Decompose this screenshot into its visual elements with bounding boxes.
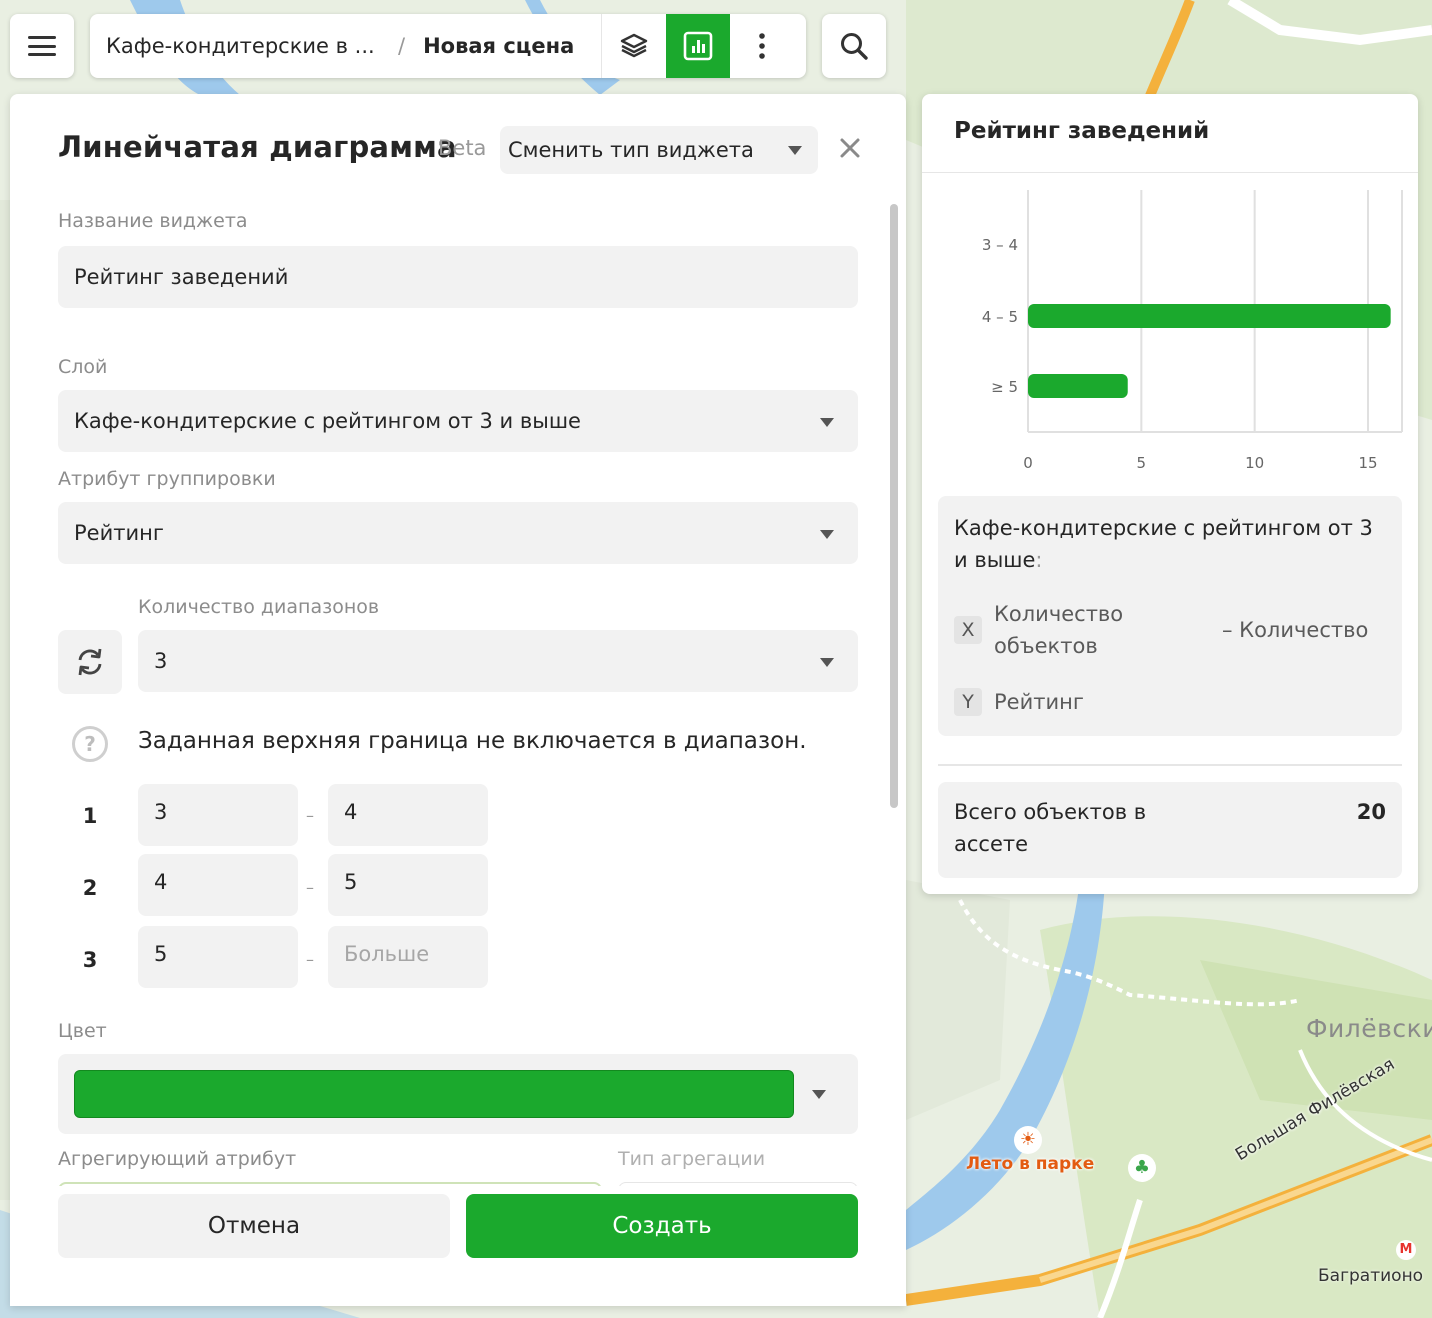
group-attr-select[interactable]: Рейтинг <box>58 502 858 564</box>
ranges-count-label: Количество диапазонов <box>138 596 380 618</box>
layer-value: Кафе-кондитерские с рейтингом от 3 и выш… <box>74 409 581 433</box>
total-objects: Всего объектов в ассете 20 <box>938 782 1402 878</box>
breadcrumb-asset[interactable]: Кафе-кондитерские в ... <box>90 34 390 58</box>
widget-name-input[interactable]: Рейтинг заведений <box>58 246 858 308</box>
help-icon[interactable]: ? <box>72 726 108 762</box>
y-axis-badge: Y <box>954 688 982 716</box>
chevron-down-icon <box>788 146 802 155</box>
cancel-button[interactable]: Отмена <box>58 1194 450 1258</box>
widget-editor-panel: Линейчатая диаграмма Beta Сменить тип ви… <box>10 94 906 1306</box>
widget-title: Рейтинг заведений <box>954 118 1210 144</box>
chart-x-tick-label: 15 <box>1358 454 1377 472</box>
color-label: Цвет <box>58 1020 107 1042</box>
group-attr-value: Рейтинг <box>74 521 164 545</box>
chart-y-tick-label: 4 – 5 <box>982 308 1018 326</box>
panel-title: Линейчатая диаграмма <box>58 130 457 164</box>
layers-icon <box>620 33 648 58</box>
legend-layer-name: Кафе-кондитерские с рейтингом от 3 и выш… <box>954 516 1373 572</box>
agg-type-label: Тип агрегации <box>618 1148 766 1170</box>
layers-button[interactable] <box>602 14 666 78</box>
y-axis-label: Рейтинг <box>994 690 1084 714</box>
chart-x-tick-label: 0 <box>1023 454 1033 472</box>
range-number: 3 <box>82 948 98 972</box>
color-swatch[interactable] <box>74 1070 794 1118</box>
bar-chart: 0 5 10 15 3 – 4 4 – 5 ≥ 5 <box>982 190 1403 472</box>
layer-label: Слой <box>58 356 108 378</box>
widgets-button[interactable] <box>666 14 731 78</box>
widget-header-divider <box>922 172 1418 173</box>
ranges-count-select[interactable]: 3 <box>138 630 858 692</box>
chart-x-tick-label: 10 <box>1245 454 1264 472</box>
search-button[interactable] <box>822 14 886 78</box>
range-from-input[interactable]: 3 <box>138 784 298 846</box>
range-dash: – <box>306 878 314 897</box>
close-icon[interactable] <box>836 134 864 162</box>
range-to-input[interactable]: 5 <box>328 854 488 916</box>
map-label-metro[interactable]: Багратионо <box>1318 1266 1423 1286</box>
chart-y-tick-label: 3 – 4 <box>982 236 1018 254</box>
metro-icon[interactable]: М <box>1396 1240 1416 1260</box>
range-from-input[interactable]: 5 <box>138 926 298 988</box>
layer-select[interactable]: Кафе-кондитерские с рейтингом от 3 и выш… <box>58 390 858 452</box>
chart-legend: Кафе-кондитерские с рейтингом от 3 и выш… <box>938 496 1402 736</box>
chevron-down-icon <box>820 658 834 667</box>
x-axis-aggregation: – Количество <box>1222 618 1369 642</box>
panel-scrollbar[interactable] <box>890 204 898 808</box>
ranges-count-value: 3 <box>154 649 168 673</box>
total-objects-label: Всего объектов в ассете <box>954 800 1147 856</box>
widget-name-value: Рейтинг заведений <box>74 265 289 289</box>
chart-y-tick-label: ≥ 5 <box>991 378 1018 396</box>
widget-name-label: Название виджета <box>58 210 248 232</box>
range-hint-text: Заданная верхняя граница не включается в… <box>138 728 807 754</box>
breadcrumb-separator: / <box>398 34 406 58</box>
chart-bar <box>1028 374 1128 398</box>
chart-x-tick-label: 5 <box>1137 454 1147 472</box>
x-axis-badge: X <box>954 616 982 644</box>
search-icon <box>841 33 868 60</box>
range-dash: – <box>306 806 314 825</box>
legend-title: Кафе-кондитерские с рейтингом от 3 и выш… <box>954 512 1384 576</box>
range-number: 1 <box>82 804 98 828</box>
total-objects-value: 20 <box>1356 800 1386 824</box>
refresh-ranges-button[interactable] <box>58 630 122 694</box>
range-more-input[interactable]: Больше <box>328 926 488 988</box>
widgets-chart-icon <box>683 31 713 61</box>
x-axis-label: Количество объектов <box>994 602 1124 658</box>
tree-icon[interactable]: ♣ <box>1128 1154 1156 1182</box>
chevron-down-icon <box>820 530 834 539</box>
menu-button[interactable] <box>10 14 74 78</box>
chevron-down-icon <box>820 418 834 427</box>
beta-badge: Beta <box>438 136 487 160</box>
legend-colon: : <box>1035 548 1043 572</box>
group-attr-label: Атрибут группировки <box>58 468 276 490</box>
refresh-icon <box>78 648 102 676</box>
map-label-park[interactable]: Лето в парке <box>966 1154 1094 1174</box>
change-widget-type-select[interactable]: Сменить тип виджета <box>500 126 818 174</box>
park-sun-icon[interactable]: ☀ <box>1014 1126 1042 1154</box>
agg-attr-label: Агрегирующий атрибут <box>58 1148 297 1170</box>
range-to-input[interactable]: 4 <box>328 784 488 846</box>
create-button[interactable]: Создать <box>466 1194 858 1258</box>
range-dash: – <box>306 950 314 969</box>
range-from-input[interactable]: 4 <box>138 854 298 916</box>
breadcrumb: Кафе-кондитерские в ... / Новая сцена <box>90 14 806 78</box>
chart-bar <box>1028 304 1391 328</box>
more-vertical-icon <box>759 33 765 59</box>
widget-preview: Рейтинг заведений 0 5 10 15 3 – 4 4 – 5 ≥ 5 Ка… <box>922 94 1418 894</box>
breadcrumb-scene[interactable]: Новая сцена <box>423 34 601 58</box>
widget-divider <box>938 764 1402 766</box>
more-button[interactable] <box>730 14 794 78</box>
menu-icon <box>28 36 56 56</box>
chevron-down-icon <box>812 1090 826 1099</box>
range-number: 2 <box>82 876 98 900</box>
map-label-district: Филёвски <box>1306 1014 1432 1043</box>
change-widget-type-label: Сменить тип виджета <box>508 138 754 162</box>
